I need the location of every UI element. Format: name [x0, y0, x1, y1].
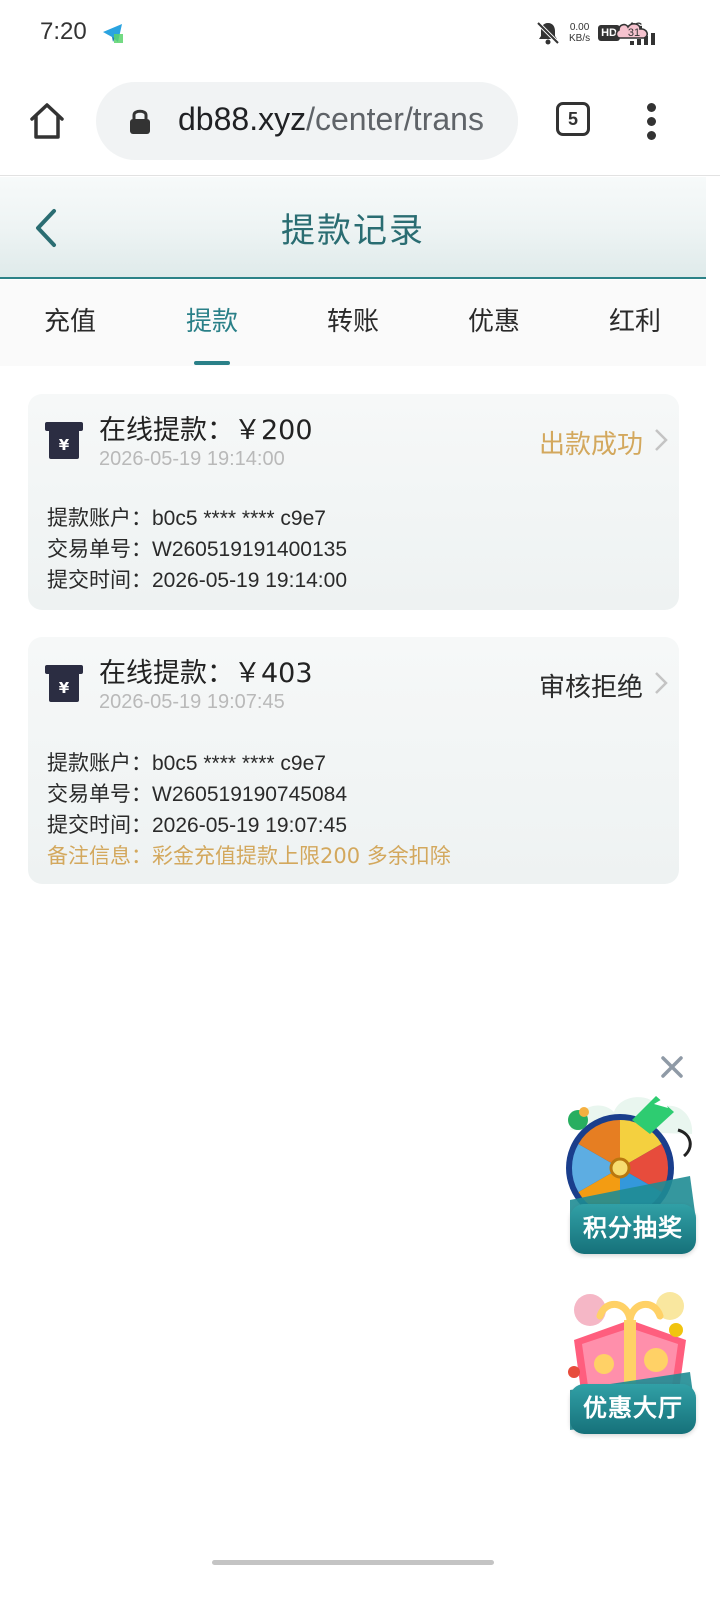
- status-badge: 审核拒绝: [538, 673, 643, 703]
- net-speed-unit: KB/s: [568, 33, 591, 44]
- atm-yen-icon: ¥: [45, 665, 83, 702]
- tab-switcher-button[interactable]: 5: [556, 102, 590, 136]
- order-row: 交易单号：W260519191400135: [47, 533, 347, 563]
- status-badge: 出款成功: [538, 430, 643, 460]
- url-path: /center/trans: [306, 101, 484, 137]
- account-value: b0c5 **** **** c9e7: [152, 507, 326, 530]
- status-bar: 7:20 0.00 KB/s HD 4G 31: [0, 0, 720, 68]
- telegram-icon: [103, 24, 123, 43]
- order-value: W260519191400135: [152, 538, 348, 561]
- order-value: W260519190745084: [152, 783, 348, 806]
- record-type-tabs: 充值 提款 转账 优惠 红利: [0, 280, 706, 366]
- note-value: 彩金充值提款上限200 多余扣除: [152, 844, 451, 868]
- account-label: 提款账户：: [47, 751, 152, 775]
- close-icon[interactable]: [658, 1053, 686, 1081]
- submit-time-row: 提交时间：2026-05-19 19:07:45: [47, 809, 347, 839]
- promo-hall-widget[interactable]: 优惠大厅: [560, 1280, 700, 1436]
- record-datetime: 2026-05-19 19:07:45: [99, 691, 285, 713]
- account-label: 提款账户：: [47, 506, 152, 530]
- submit-time-label: 提交时间：: [47, 813, 152, 837]
- page-header: 提款记录: [0, 177, 706, 279]
- tab-bonus[interactable]: 红利: [585, 280, 685, 366]
- battery-level: 31: [628, 27, 640, 39]
- chevron-right-icon: [655, 672, 668, 694]
- record-title: 在线提款：￥403: [99, 658, 313, 689]
- tab-deposit[interactable]: 充值: [20, 280, 120, 366]
- home-icon[interactable]: [26, 100, 68, 142]
- order-row: 交易单号：W260519190745084: [47, 778, 347, 808]
- account-value: b0c5 **** **** c9e7: [152, 752, 326, 775]
- points-lottery-widget[interactable]: 积分抽奖: [560, 1090, 700, 1256]
- url-domain: db88.xyz: [178, 101, 307, 137]
- account-row: 提款账户：b0c5 **** **** c9e7: [47, 502, 326, 532]
- status-time: 7:20: [40, 18, 87, 45]
- svg-text:¥: ¥: [59, 436, 70, 454]
- net-speed-value: 0.00: [569, 22, 590, 33]
- atm-yen-icon: ¥: [45, 422, 83, 459]
- tab-transfer[interactable]: 转账: [303, 280, 403, 366]
- account-row: 提款账户：b0c5 **** **** c9e7: [47, 747, 326, 777]
- withdraw-record-card[interactable]: ¥ 在线提款：￥200 2026-05-19 19:14:00 出款成功 提款账…: [28, 394, 679, 610]
- tab-promotion[interactable]: 优惠: [444, 280, 544, 366]
- home-indicator[interactable]: [212, 1560, 494, 1565]
- url-text: db88.xyz/center/trans: [178, 101, 484, 138]
- page-title: 提款记录: [281, 211, 425, 251]
- order-label: 交易单号：: [47, 782, 152, 806]
- chevron-right-icon: [655, 429, 668, 451]
- svg-text:¥: ¥: [59, 679, 70, 697]
- active-tab-indicator: [194, 361, 230, 365]
- net-speed: 0.00 KB/s: [569, 22, 590, 44]
- order-label: 交易单号：: [47, 537, 152, 561]
- promo-hall-label: 优惠大厅: [570, 1384, 696, 1434]
- record-title: 在线提款：￥200: [99, 415, 313, 446]
- lock-icon: [130, 109, 150, 134]
- note-row: 备注信息：彩金充值提款上限200 多余扣除: [47, 840, 451, 870]
- more-menu-icon[interactable]: [640, 100, 664, 144]
- note-label: 备注信息：: [47, 844, 152, 868]
- browser-toolbar: db88.xyz/center/trans 5: [0, 68, 720, 176]
- mute-icon: [536, 21, 560, 45]
- submit-time-row: 提交时间：2026-05-19 19:14:00: [47, 564, 347, 594]
- lottery-label: 积分抽奖: [570, 1204, 696, 1254]
- submit-time-value: 2026-05-19 19:07:45: [152, 814, 347, 837]
- submit-time-label: 提交时间：: [47, 568, 152, 592]
- tab-withdraw[interactable]: 提款: [162, 280, 262, 366]
- battery-icon: 31: [615, 23, 649, 39]
- withdraw-record-card[interactable]: ¥ 在线提款：￥403 2026-05-19 19:07:45 审核拒绝 提款账…: [28, 637, 679, 884]
- record-datetime: 2026-05-19 19:14:00: [99, 448, 285, 470]
- address-bar[interactable]: db88.xyz/center/trans: [96, 82, 518, 160]
- submit-time-value: 2026-05-19 19:14:00: [152, 569, 347, 592]
